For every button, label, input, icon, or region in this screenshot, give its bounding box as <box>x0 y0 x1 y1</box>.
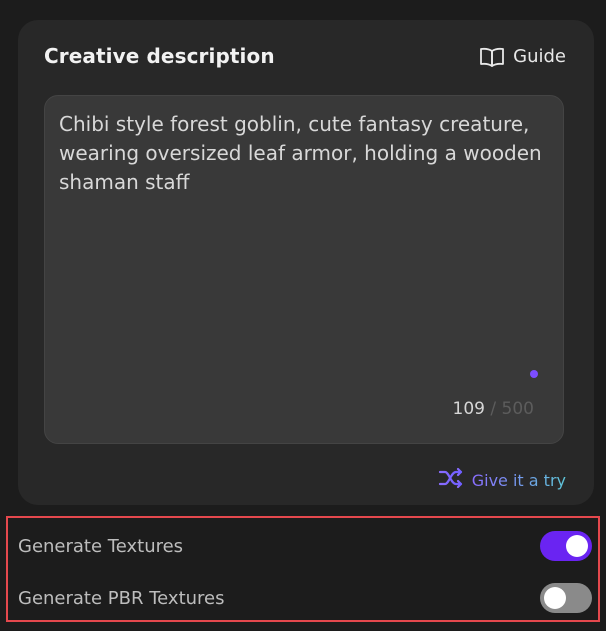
generate-pbr-textures-label: Generate PBR Textures <box>18 587 225 609</box>
char-count: 109 <box>452 399 485 419</box>
guide-label: Guide <box>513 46 566 67</box>
shuffle-icon <box>438 467 464 493</box>
char-counter: 109 / 500 <box>453 399 534 419</box>
status-dot <box>530 370 538 378</box>
prompt-textarea[interactable]: Chibi style forest goblin, cute fantasy … <box>44 95 564 444</box>
generate-textures-toggle[interactable] <box>540 531 592 561</box>
generate-pbr-textures-row: Generate PBR Textures <box>18 580 592 616</box>
generate-textures-label: Generate Textures <box>18 535 184 557</box>
prompt-text[interactable]: Chibi style forest goblin, cute fantasy … <box>59 110 555 197</box>
generate-textures-row: Generate Textures <box>18 528 592 564</box>
generate-pbr-textures-toggle[interactable] <box>540 583 592 613</box>
page: Creative description Guide Chibi style f… <box>0 0 606 631</box>
char-limit: 500 <box>501 399 534 419</box>
char-separator: / <box>490 399 497 419</box>
give-it-a-try-label: Give it a try <box>471 470 566 490</box>
guide-button[interactable]: Guide <box>479 46 566 67</box>
card-title: Creative description <box>44 44 275 68</box>
texture-settings-panel: Generate Textures Generate PBR Textures <box>6 516 600 622</box>
book-icon <box>479 47 505 67</box>
give-it-a-try-button[interactable]: Give it a try <box>438 467 566 493</box>
creative-description-card: Creative description Guide Chibi style f… <box>18 20 594 505</box>
toggle-knob <box>544 587 566 609</box>
toggle-knob <box>566 535 588 557</box>
